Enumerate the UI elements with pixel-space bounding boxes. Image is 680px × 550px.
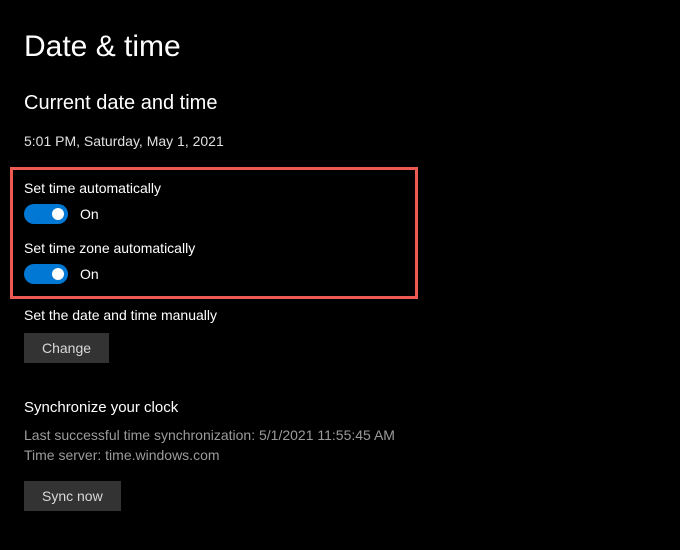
set-time-auto-toggle[interactable]	[24, 204, 68, 224]
set-manual-label: Set the date and time manually	[24, 307, 656, 323]
sync-heading: Synchronize your clock	[24, 399, 656, 416]
current-datetime-value: 5:01 PM, Saturday, May 1, 2021	[24, 133, 656, 149]
sync-now-button[interactable]: Sync now	[24, 481, 121, 511]
time-server-info: Time server: time.windows.com	[24, 446, 656, 466]
set-zone-auto-toggle[interactable]	[24, 264, 68, 284]
current-datetime-heading: Current date and time	[24, 92, 656, 115]
set-zone-auto-label: Set time zone automatically	[24, 240, 404, 256]
toggle-knob-icon	[52, 268, 64, 280]
set-time-auto-group: Set time automatically On	[24, 180, 404, 224]
set-time-auto-state: On	[80, 206, 99, 222]
toggle-knob-icon	[52, 208, 64, 220]
sync-section: Synchronize your clock Last successful t…	[24, 399, 656, 511]
set-time-auto-label: Set time automatically	[24, 180, 404, 196]
last-sync-info: Last successful time synchronization: 5/…	[24, 426, 656, 446]
auto-settings-highlight: Set time automatically On Set time zone …	[10, 167, 418, 299]
change-button[interactable]: Change	[24, 333, 109, 363]
page-title: Date & time	[24, 30, 656, 64]
set-zone-auto-state: On	[80, 266, 99, 282]
set-zone-auto-group: Set time zone automatically On	[24, 240, 404, 284]
